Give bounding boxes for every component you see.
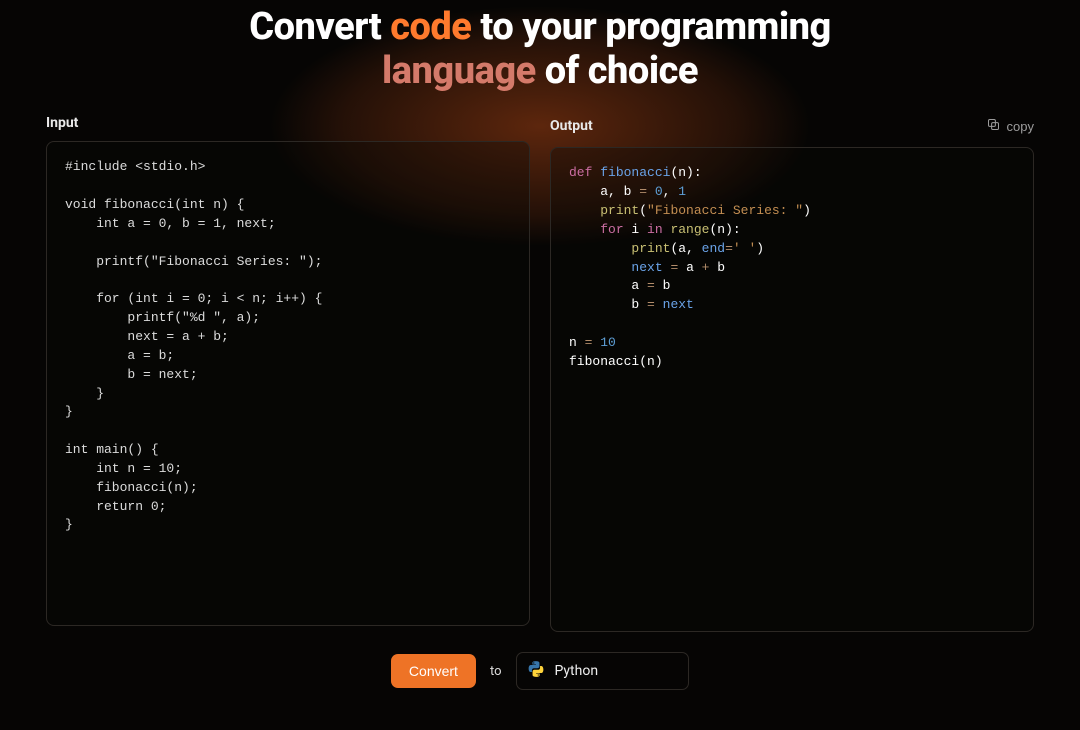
output-code-box: def fibonacci(n): a, b = 0, 1 print("Fib…	[550, 147, 1034, 632]
convert-button[interactable]: Convert	[391, 654, 476, 688]
language-selected-label: Python	[555, 663, 599, 679]
language-picker[interactable]: Python	[516, 652, 690, 690]
output-label: Output	[550, 118, 593, 134]
hero-prefix: Convert	[249, 5, 390, 49]
input-panel: Input #include <stdio.h> void fibonacci(…	[46, 115, 530, 632]
hero-word-language: language	[382, 49, 536, 93]
copy-label: copy	[1007, 119, 1034, 134]
input-label: Input	[46, 115, 78, 131]
copy-icon	[986, 117, 1001, 135]
hero-word-code: code	[390, 5, 471, 49]
input-code[interactable]: #include <stdio.h> void fibonacci(int n)…	[65, 158, 511, 535]
to-label: to	[490, 664, 502, 679]
hero-heading: Convert code to your programming languag…	[46, 6, 1034, 93]
copy-button[interactable]: copy	[986, 115, 1034, 137]
output-panel: Output copy def fibonacci(n): a, b = 0, …	[550, 115, 1034, 632]
python-icon	[527, 660, 545, 682]
hero-mid: to your programming	[471, 5, 830, 49]
output-code: def fibonacci(n): a, b = 0, 1 print("Fib…	[569, 164, 1015, 371]
hero-suffix: of choice	[536, 49, 698, 93]
input-code-box[interactable]: #include <stdio.h> void fibonacci(int n)…	[46, 141, 530, 626]
